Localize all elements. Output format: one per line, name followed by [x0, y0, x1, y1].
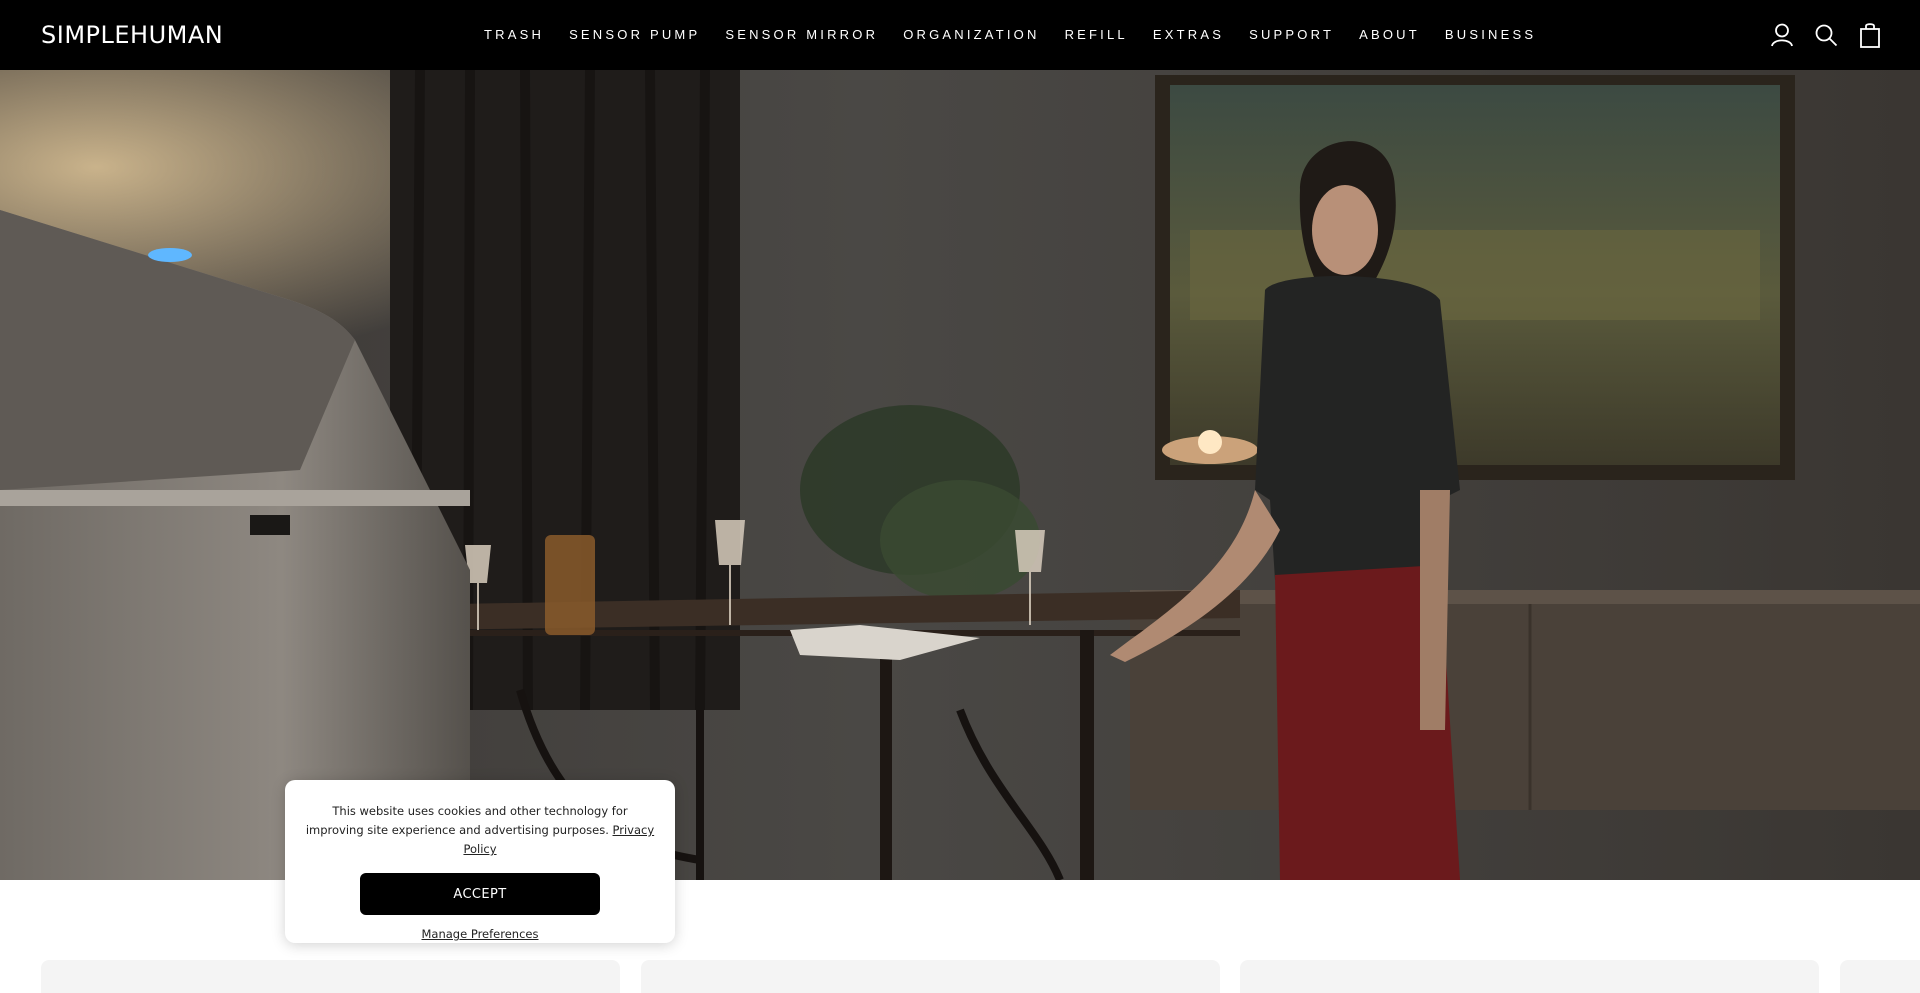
- site-logo[interactable]: SIMPLEHUMAN: [41, 20, 223, 50]
- product-card[interactable]: [41, 960, 620, 993]
- product-card[interactable]: [1240, 960, 1819, 993]
- product-card[interactable]: [1840, 960, 1920, 993]
- nav-item-refill[interactable]: REFILL: [1065, 0, 1128, 70]
- nav-item-extras[interactable]: EXTRAS: [1153, 0, 1224, 70]
- search-icon[interactable]: [1814, 22, 1838, 48]
- cookie-text: This website uses cookies and other tech…: [305, 804, 628, 837]
- account-icon[interactable]: [1770, 22, 1794, 48]
- nav-item-support[interactable]: SUPPORT: [1249, 0, 1334, 70]
- accept-button[interactable]: ACCEPT: [360, 873, 600, 915]
- nav-item-sensor-mirror[interactable]: SENSOR MIRROR: [725, 0, 878, 70]
- nav-item-organization[interactable]: ORGANIZATION: [903, 0, 1039, 70]
- cookie-banner: This website uses cookies and other tech…: [285, 780, 675, 943]
- nav-item-business[interactable]: BUSINESS: [1445, 0, 1536, 70]
- hero-video[interactable]: [0, 70, 1920, 880]
- hero-scene: [0, 70, 1920, 880]
- cookie-message: This website uses cookies and other tech…: [305, 802, 655, 859]
- manage-preferences-link[interactable]: Manage Preferences: [422, 927, 539, 941]
- nav-item-trash[interactable]: TRASH: [484, 0, 544, 70]
- nav-item-about[interactable]: ABOUT: [1359, 0, 1420, 70]
- main-nav: TRASH SENSOR PUMP SENSOR MIRROR ORGANIZA…: [484, 0, 1561, 70]
- cart-icon[interactable]: [1858, 22, 1882, 48]
- nav-item-sensor-pump[interactable]: SENSOR PUMP: [569, 0, 700, 70]
- site-header: SIMPLEHUMAN TRASH SENSOR PUMP SENSOR MIR…: [0, 0, 1920, 70]
- product-card[interactable]: [641, 960, 1220, 993]
- header-icons: [1770, 22, 1882, 48]
